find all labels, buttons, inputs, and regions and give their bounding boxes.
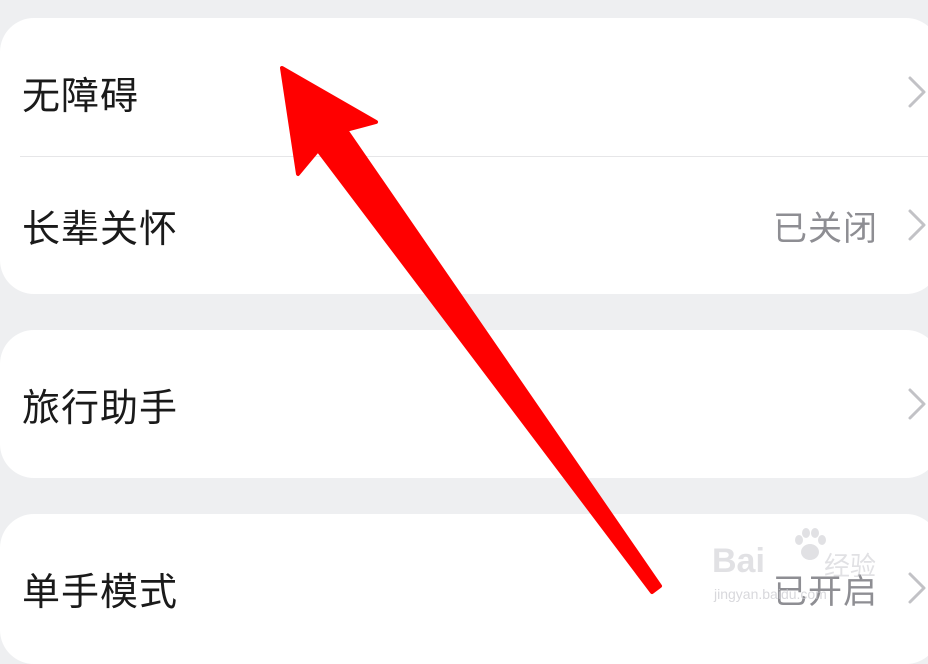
- settings-row-one-hand-mode[interactable]: 单手模式 已开启: [0, 514, 928, 662]
- settings-card-accessibility-group: 无障碍 长辈关怀 已关闭: [0, 18, 928, 294]
- settings-row-label: 旅行助手: [22, 385, 179, 430]
- chevron-right-icon: [908, 76, 926, 108]
- chevron-right-icon: [908, 209, 926, 241]
- settings-row-status: 已关闭: [773, 208, 878, 249]
- chevron-right-icon: [908, 572, 926, 604]
- settings-card-one-hand-group: 单手模式 已开启: [0, 514, 928, 664]
- settings-row-status: 已开启: [773, 571, 878, 612]
- settings-row-label: 单手模式: [22, 569, 179, 614]
- settings-row-label: 无障碍: [22, 73, 140, 118]
- settings-row-elder-care[interactable]: 长辈关怀 已关闭: [0, 156, 928, 294]
- settings-row-accessibility[interactable]: 无障碍: [0, 18, 928, 166]
- settings-card-travel-group: 旅行助手: [0, 330, 928, 478]
- settings-row-travel-assistant[interactable]: 旅行助手: [0, 330, 928, 478]
- settings-row-label: 长辈关怀: [22, 206, 179, 251]
- chevron-right-icon: [908, 388, 926, 420]
